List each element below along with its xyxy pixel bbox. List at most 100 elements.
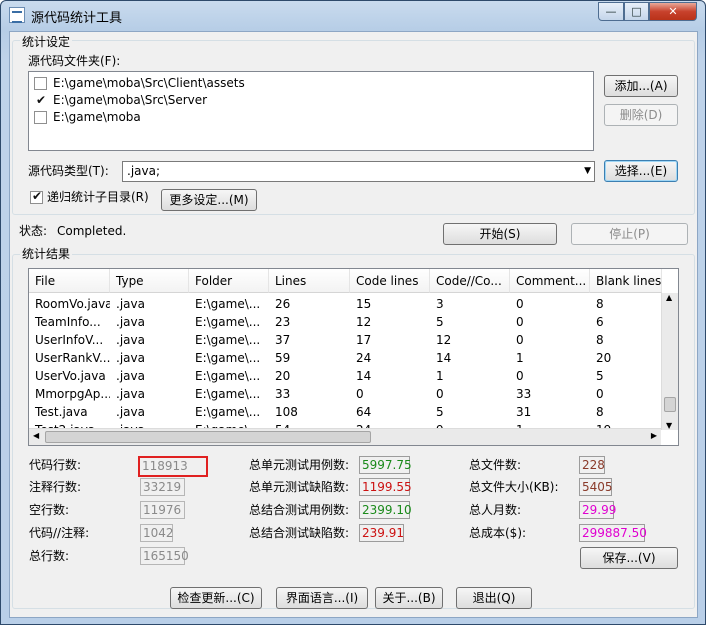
results-table[interactable]: File Type Folder Lines Code lines Code//… xyxy=(28,268,679,446)
client-area: 统计设定 源代码文件夹(F): E:\game\moba\Src\Client\… xyxy=(9,31,698,618)
close-button[interactable]: ✕ xyxy=(649,2,697,21)
delete-folder-button[interactable]: 删除(D) xyxy=(604,104,678,126)
maximize-button[interactable]: □ xyxy=(624,2,649,21)
table-cell: .java xyxy=(116,369,145,383)
table-cell: 1 xyxy=(436,369,444,383)
select-type-button[interactable]: 选择...(E) xyxy=(604,160,678,182)
about-button[interactable]: 关于...(B) xyxy=(375,587,443,609)
column-header[interactable]: File xyxy=(29,269,110,293)
total-size-label: 总文件大小(KB): xyxy=(469,480,559,494)
folder-list-item[interactable]: E:\game\moba xyxy=(31,109,591,125)
table-cell: 12 xyxy=(356,315,372,329)
save-button[interactable]: 保存...(V) xyxy=(580,547,678,569)
check-update-button[interactable]: 检查更新...(C) xyxy=(170,587,262,609)
table-row[interactable]: Test.java .java E:\game\... 108 64 5 31 8 xyxy=(29,403,661,421)
horizontal-scrollbar[interactable]: ◀ ▶ xyxy=(29,428,661,445)
table-cell: 17 xyxy=(356,333,372,347)
total-cost-value: 299887.50 xyxy=(579,524,647,542)
code-comment-value: 1042 xyxy=(140,524,174,542)
folder-list-item[interactable]: E:\game\moba\Src\Server xyxy=(31,92,591,108)
recursive-checkbox[interactable] xyxy=(30,189,43,204)
total-lines-label: 总行数: xyxy=(29,549,70,563)
source-type-label: 源代码类型(T): xyxy=(28,164,109,178)
horizontal-scroll-thumb[interactable] xyxy=(45,431,371,443)
code-lines-value: 118913 xyxy=(138,456,208,477)
folder-checkbox-1[interactable] xyxy=(34,92,47,108)
table-cell: 12 xyxy=(436,333,452,347)
minimize-button[interactable]: — xyxy=(598,2,624,21)
table-cell: .java xyxy=(116,351,145,365)
scroll-down-icon[interactable]: ▼ xyxy=(666,421,672,430)
table-cell: E:\game\... xyxy=(195,387,261,401)
table-cell: 5 xyxy=(436,405,444,419)
column-header[interactable]: Comment... xyxy=(510,269,590,293)
comment-lines-label: 注释行数: xyxy=(29,480,82,494)
table-cell: 8 xyxy=(596,333,604,347)
table-cell: UserVo.java xyxy=(35,369,106,383)
code-comment-label: 代码//注释: xyxy=(29,526,90,540)
column-header[interactable]: Lines xyxy=(269,269,350,293)
table-cell: 37 xyxy=(275,333,291,347)
scroll-right-icon[interactable]: ▶ xyxy=(651,431,657,440)
table-cell: 31 xyxy=(516,405,532,419)
window-title: 源代码统计工具 xyxy=(31,11,123,26)
table-row[interactable]: MmorpgAp... .java E:\game\... 33 0 0 33 0 xyxy=(29,385,661,403)
table-cell: 64 xyxy=(356,405,372,419)
unit-tests-value: 5997.75 xyxy=(359,456,412,474)
table-cell: 3 xyxy=(436,297,444,311)
comment-lines-value: 33219 xyxy=(140,478,185,496)
column-header[interactable]: Blank lines xyxy=(590,269,662,293)
language-button[interactable]: 界面语言...(I) xyxy=(276,587,368,609)
column-header[interactable]: Code lines xyxy=(350,269,430,293)
close-icon: ✕ xyxy=(668,5,678,18)
table-cell: 14 xyxy=(356,369,372,383)
table-cell: 6 xyxy=(596,315,604,329)
table-cell: E:\game\... xyxy=(195,297,261,311)
vertical-scroll-thumb[interactable] xyxy=(664,397,676,412)
folder-checkbox-2[interactable] xyxy=(34,111,47,124)
chevron-down-icon: ▼ xyxy=(584,166,591,176)
table-cell: 33 xyxy=(516,387,532,401)
table-row[interactable]: TeamInfo... .java E:\game\... 23 12 5 0 6 xyxy=(29,313,661,331)
table-cell: 15 xyxy=(356,297,372,311)
scroll-up-icon[interactable]: ▲ xyxy=(666,293,672,302)
source-type-select[interactable]: .java; ▼ xyxy=(122,161,595,182)
table-cell: 1 xyxy=(516,351,524,365)
table-cell: E:\game\... xyxy=(195,405,261,419)
add-folder-button[interactable]: 添加...(A) xyxy=(604,75,678,97)
more-settings-button[interactable]: 更多设定...(M) xyxy=(161,189,257,211)
folder-path: E:\game\moba xyxy=(53,110,141,124)
folder-path: E:\game\moba\Src\Server xyxy=(53,93,208,107)
table-cell: 0 xyxy=(516,369,524,383)
column-header[interactable]: Type xyxy=(110,269,189,293)
table-row[interactable]: UserRankV... .java E:\game\... 59 24 14 1 20 xyxy=(29,349,661,367)
column-header[interactable]: Code//Co... xyxy=(430,269,510,293)
source-type-value: .java; xyxy=(127,164,160,178)
table-row[interactable]: UserInfoV... .java E:\game\... 37 17 12 0 8 xyxy=(29,331,661,349)
exit-button[interactable]: 退出(Q) xyxy=(456,587,532,609)
table-cell: .java xyxy=(116,387,145,401)
stop-button[interactable]: 停止(P) xyxy=(571,223,688,245)
start-button[interactable]: 开始(S) xyxy=(443,223,557,245)
unit-defects-label: 总单元测试缺陷数: xyxy=(249,480,350,494)
folder-checkbox-0[interactable] xyxy=(34,77,47,90)
integ-defects-value: 239.91 xyxy=(359,524,404,542)
table-cell: 5 xyxy=(596,369,604,383)
table-cell: TeamInfo... xyxy=(35,315,101,329)
table-cell: 26 xyxy=(275,297,291,311)
table-cell: 0 xyxy=(516,297,524,311)
folder-list[interactable]: E:\game\moba\Src\Client\assets E:\game\m… xyxy=(28,71,594,151)
table-cell: 5 xyxy=(436,315,444,329)
scroll-left-icon[interactable]: ◀ xyxy=(33,431,39,440)
blank-lines-value: 11976 xyxy=(140,501,185,519)
vertical-scrollbar[interactable]: ▲ ▼ xyxy=(661,293,678,430)
table-cell: UserRankV... xyxy=(35,351,110,365)
table-row[interactable]: RoomVo.java .java E:\game\... 26 15 3 0 8 xyxy=(29,295,661,313)
title-bar[interactable]: 源代码统计工具 — □ ✕ xyxy=(1,1,705,29)
table-row[interactable]: UserVo.java .java E:\game\... 20 14 1 0 5 xyxy=(29,367,661,385)
recursive-label: 递归统计子目录(R) xyxy=(47,190,149,204)
folder-list-item[interactable]: E:\game\moba\Src\Client\assets xyxy=(31,75,591,91)
total-files-value: 228 xyxy=(579,456,605,474)
status-label: 状态: xyxy=(19,224,48,238)
column-header[interactable]: Folder xyxy=(189,269,269,293)
